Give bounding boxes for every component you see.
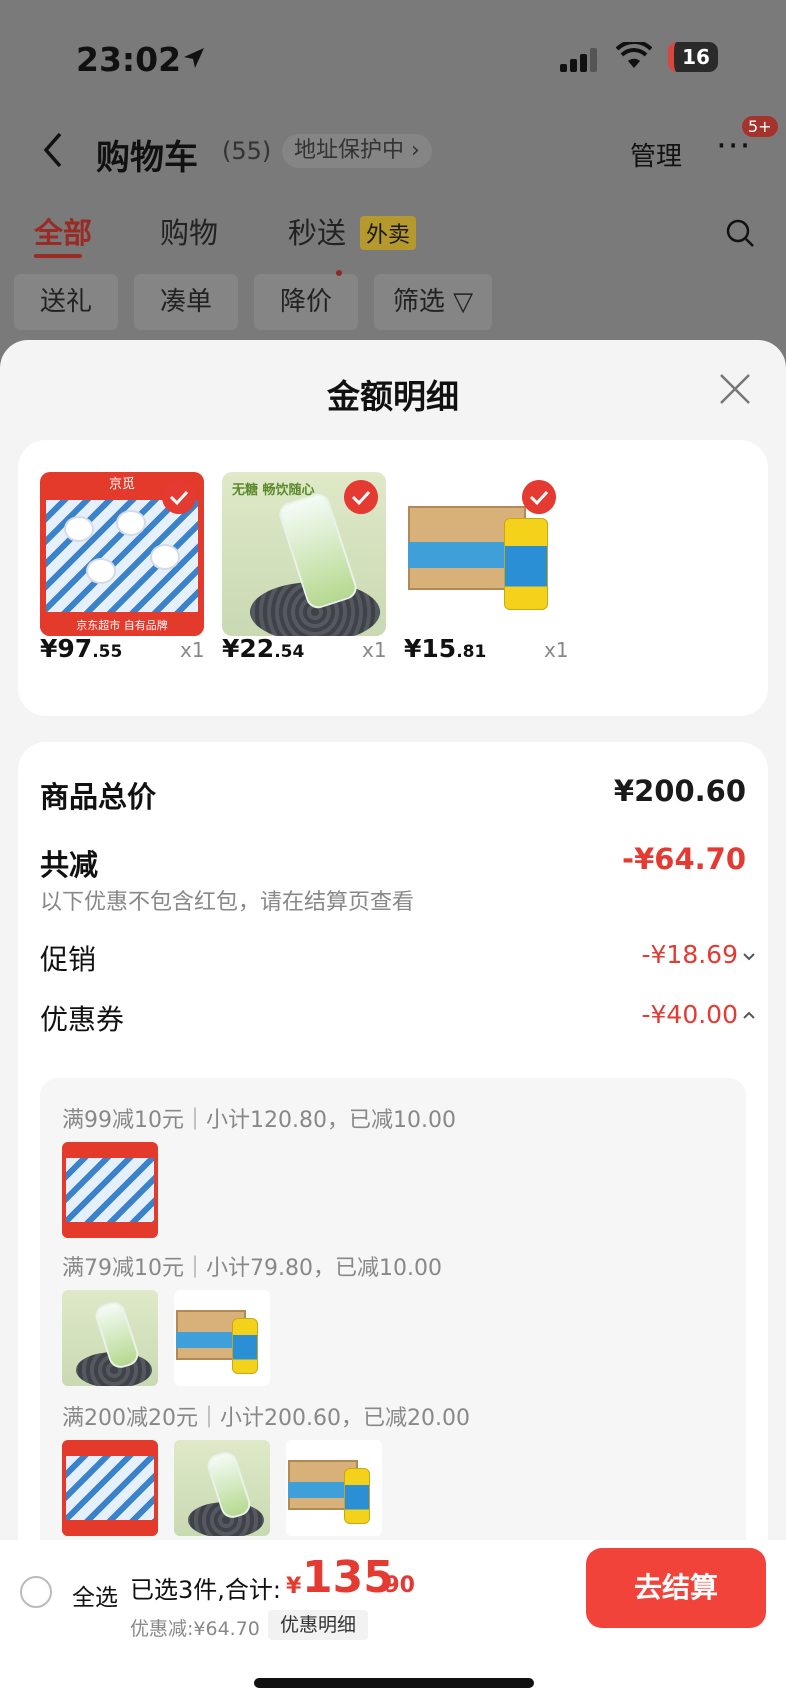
candy-pattern <box>46 500 198 612</box>
discount-note: 以下优惠不包含红包，请在结算页查看 <box>40 890 415 915</box>
tab-underline <box>34 254 82 258</box>
price-int: ¥97 <box>40 634 93 663</box>
brand-strip <box>62 1224 158 1238</box>
check-icon[interactable] <box>162 480 196 514</box>
checkout-button[interactable]: 去结算 <box>586 1548 766 1628</box>
cart-count: (55) <box>222 137 272 165</box>
product-can <box>344 1468 370 1524</box>
brand-strip <box>62 1522 158 1536</box>
status-time: 23:02 <box>76 40 182 79</box>
discount-amount: 优惠减:¥64.70 <box>130 1618 260 1640</box>
battery-indicator: 16 <box>668 42 718 72</box>
tab-shopping[interactable]: 购物 <box>160 210 218 252</box>
filter-funnel-icon: ▽ <box>453 287 474 317</box>
check-icon[interactable] <box>522 480 556 514</box>
candy-pattern <box>66 1456 154 1520</box>
message-badge: 5+ <box>742 116 778 137</box>
coupon-rule: 满79减10元｜小计79.80，已减10.00 <box>62 1256 442 1281</box>
total-amount-dec: .90 <box>376 1573 415 1598</box>
cellular-signal-icon <box>560 48 600 72</box>
search-icon[interactable] <box>725 218 755 248</box>
select-all-label[interactable]: 全选 <box>72 1578 118 1612</box>
reduce-value: -¥64.70 <box>622 842 746 876</box>
reduce-label: 共减 <box>40 848 99 882</box>
price-drop-dot <box>336 270 342 276</box>
candy-piece <box>116 510 146 536</box>
product-can <box>504 518 548 610</box>
candy-piece <box>150 544 180 570</box>
cart-tabs: 全部 购物 秒送 外卖 <box>0 210 786 260</box>
coupon-item-thumb <box>286 1440 382 1536</box>
tab-all[interactable]: 全部 <box>34 210 92 252</box>
takeout-tag: 外卖 <box>360 216 417 250</box>
coupon-item-thumb <box>62 1142 158 1238</box>
chip-bundle[interactable]: 凑单 <box>134 274 238 330</box>
nav-bar: 购物车 (55) 地址保护中 › 管理 ··· 5+ <box>0 116 786 180</box>
location-arrow-icon <box>184 48 204 68</box>
status-bar: 23:02 16 <box>0 40 786 80</box>
sheet-title: 金额明细 <box>327 377 459 416</box>
coupon-item-thumb <box>62 1290 158 1386</box>
chip-filter[interactable]: 筛选 ▽ <box>374 274 492 330</box>
coupon-item-thumb <box>174 1290 270 1386</box>
promo-value[interactable]: -¥18.69 <box>642 940 739 969</box>
selected-summary: 已选3件,合计: <box>130 1576 281 1604</box>
coupon-rule: 满200减20元｜小计200.60，已减20.00 <box>62 1406 470 1431</box>
dimmed-background: 23:02 16 购物车 (55) 地址保护中 › 管理 ··· 5+ 全部 购… <box>0 0 786 360</box>
item-price: ¥22.54 <box>222 634 304 663</box>
wifi-icon <box>616 42 652 68</box>
close-icon[interactable] <box>718 372 752 406</box>
price-int: ¥22 <box>222 634 275 663</box>
promo-label[interactable]: 促销 <box>40 938 96 978</box>
candy-piece <box>86 558 116 584</box>
chip-filter-label: 筛选 <box>392 287 445 317</box>
product-can <box>232 1318 258 1374</box>
chip-price-drop[interactable]: 降价 <box>254 274 358 330</box>
total-value: ¥200.60 <box>613 774 746 808</box>
coupon-rule: 满99减10元｜小计120.80，已减10.00 <box>62 1108 456 1133</box>
filter-chips: 送礼 凑单 降价 筛选 ▽ <box>0 270 786 330</box>
chevron-down-icon[interactable] <box>742 950 756 964</box>
chip-gift[interactable]: 送礼 <box>14 274 118 330</box>
checkout-bar: 全选 已选3件,合计: ¥ 135 .90 优惠减:¥64.70 优惠明细 去结… <box>0 1540 786 1704</box>
price-dec: .54 <box>274 642 305 662</box>
price-dec: .55 <box>92 642 123 662</box>
manage-button[interactable]: 管理 <box>630 136 682 173</box>
select-all-radio[interactable] <box>20 1576 52 1608</box>
candy-piece <box>64 516 94 542</box>
price-int: ¥15 <box>404 634 457 663</box>
address-protection-button[interactable]: 地址保护中 › <box>282 134 432 168</box>
chevron-up-icon[interactable] <box>742 1008 756 1022</box>
water-tag: 无糖 畅饮随心 <box>232 483 315 498</box>
coupon-item-thumb <box>62 1440 158 1536</box>
item-qty: x1 <box>544 638 569 662</box>
page-title: 购物车 <box>96 138 198 178</box>
brand-strip: 京东超市 自有品牌 <box>40 616 204 636</box>
tab-instant-delivery[interactable]: 秒送 <box>288 210 346 252</box>
price-dec: .81 <box>456 642 487 662</box>
item-price: ¥15.81 <box>404 634 486 663</box>
back-arrow-icon[interactable] <box>40 130 64 170</box>
item-qty: x1 <box>180 638 205 662</box>
item-qty: x1 <box>362 638 387 662</box>
selected-items-card: 京觅 京东超市 自有品牌 ¥97.55 x1 无糖 畅饮随心 ¥22.54 x1 <box>18 440 768 716</box>
check-icon[interactable] <box>344 480 378 514</box>
amount-detail-sheet: 金额明细 京觅 京东超市 自有品牌 ¥97.55 x1 无糖 畅饮随心 ¥22.… <box>0 340 786 1704</box>
candy-pattern <box>66 1158 154 1222</box>
coupon-value[interactable]: -¥40.00 <box>642 1000 739 1029</box>
item-price: ¥97.55 <box>40 634 122 663</box>
coupon-item-thumb <box>174 1440 270 1536</box>
total-currency: ¥ <box>286 1574 302 1599</box>
total-label: 商品总价 <box>40 780 157 814</box>
home-indicator <box>254 1678 534 1688</box>
coupon-label[interactable]: 优惠券 <box>40 998 124 1038</box>
discount-detail-button[interactable]: 优惠明细 <box>268 1610 369 1640</box>
